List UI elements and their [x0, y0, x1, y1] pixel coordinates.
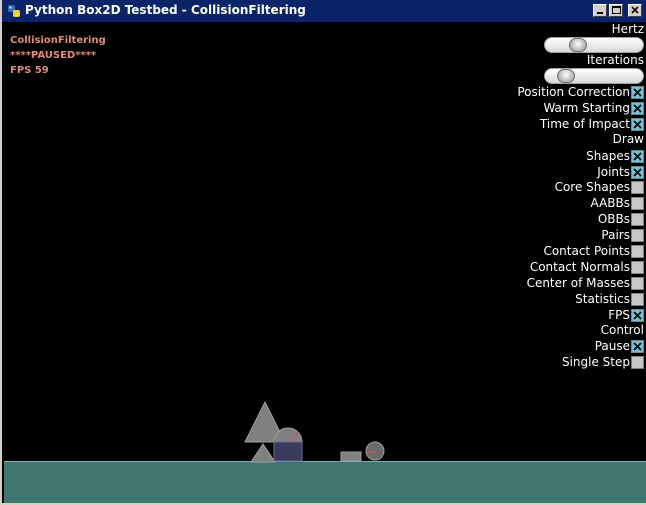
close-icon: [631, 6, 639, 14]
triangle-body-small: [250, 443, 276, 463]
minimize-icon: [597, 12, 603, 14]
window-title: Python Box2D Testbed - CollisionFilterin…: [25, 3, 306, 17]
close-button[interactable]: [628, 4, 642, 17]
simulation-canvas[interactable]: CollisionFiltering ****PAUSED**** FPS 59…: [4, 22, 646, 503]
maximize-button[interactable]: [609, 4, 623, 17]
maximize-icon: [612, 6, 621, 14]
app-window: Python Box2D Testbed - CollisionFilterin…: [0, 0, 646, 505]
world-shapes: [244, 400, 385, 463]
title-bar[interactable]: Python Box2D Testbed - CollisionFilterin…: [2, 0, 646, 22]
box-body-small: [340, 451, 362, 462]
minimize-button[interactable]: [593, 4, 607, 17]
box-body-dark: [273, 441, 303, 462]
python-logo-icon: [8, 5, 20, 17]
